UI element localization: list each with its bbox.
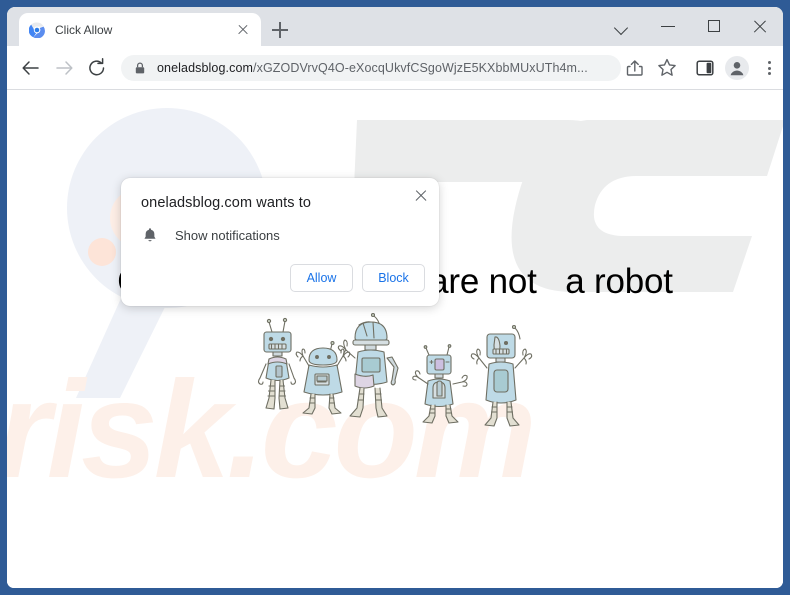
menu-dot [767, 66, 771, 70]
menu-dot [767, 61, 771, 64]
allow-button[interactable]: Allow [290, 264, 353, 292]
robot-3 [337, 312, 399, 418]
browser-toolbar: oneladsblog.com/xGZODVrvQ4O-eXocqUkvfCSg… [7, 46, 783, 90]
side-panel-icon[interactable] [693, 56, 717, 80]
lock-icon [133, 61, 147, 75]
window-close-icon[interactable] [737, 7, 783, 46]
new-tab-button[interactable] [269, 19, 291, 41]
back-button[interactable] [19, 56, 43, 80]
tab-search-chevron-down-icon[interactable] [599, 7, 645, 46]
tab-strip: Click Allow [7, 7, 783, 46]
tab-title: Click Allow [55, 22, 113, 37]
window-controls [599, 7, 783, 46]
tab-close-icon[interactable] [235, 22, 251, 38]
popup-close-icon[interactable] [412, 187, 430, 205]
robot-1 [257, 317, 297, 410]
permission-label: Show notifications [175, 227, 280, 243]
url-text: oneladsblog.com/xGZODVrvQ4O-eXocqUkvfCSg… [157, 61, 588, 75]
minimize-icon[interactable] [645, 7, 691, 46]
browser-window: Click Allow oneladsblog.com/xGZODVrvQ4O-… [0, 0, 790, 595]
maximize-icon[interactable] [691, 7, 737, 46]
page-viewport: risk.com Click "Allow" if you are not a … [7, 90, 783, 588]
three-dot-menu-icon[interactable] [757, 56, 781, 80]
robot-4 [412, 344, 468, 424]
five-cartoon-robots-illustration [257, 312, 533, 427]
chrome-logo-icon [28, 21, 45, 38]
url-path: /xGZODVrvQ4O-eXocqUkvfCSgoWjzE5KXbbMUxUT… [253, 61, 588, 75]
profile-avatar-icon[interactable] [725, 56, 749, 80]
url-host: oneladsblog.com [157, 61, 254, 75]
address-bar[interactable]: oneladsblog.com/xGZODVrvQ4O-eXocqUkvfCSg… [121, 55, 621, 81]
popup-title: oneladsblog.com wants to [141, 195, 312, 211]
popup-actions: Allow Block [290, 264, 425, 292]
bookmark-star-icon[interactable] [655, 56, 679, 80]
block-button[interactable]: Block [362, 264, 425, 292]
robot-2 [295, 340, 351, 415]
menu-dot [767, 72, 771, 75]
permission-row: Show notifications [141, 226, 280, 244]
browser-tab[interactable]: Click Allow [19, 13, 261, 46]
browser-window-inner: Click Allow oneladsblog.com/xGZODVrvQ4O-… [7, 7, 783, 588]
robot-5 [470, 324, 533, 427]
forward-button[interactable] [52, 56, 76, 80]
notification-permission-popup: oneladsblog.com wants to Show notificati… [121, 178, 439, 306]
reload-button[interactable] [85, 56, 109, 80]
share-icon[interactable] [623, 56, 647, 80]
bell-icon [141, 226, 159, 244]
